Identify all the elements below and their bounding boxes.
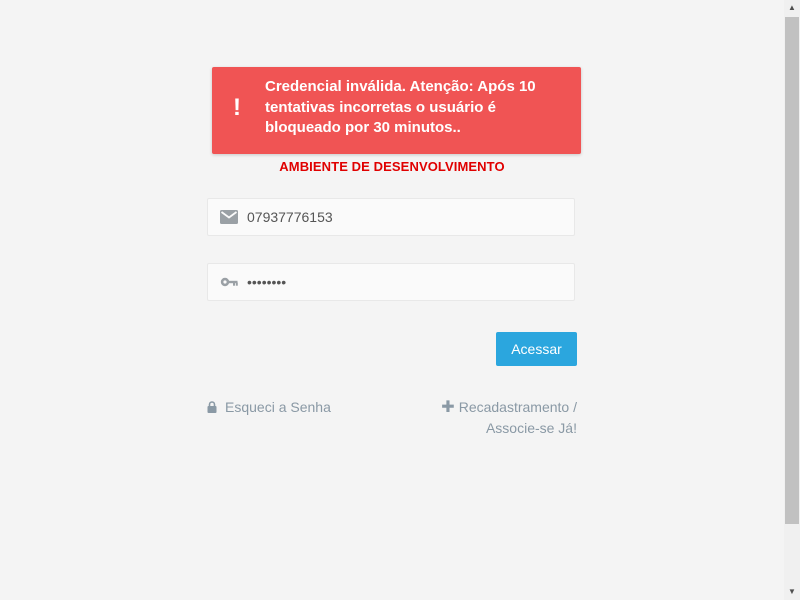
scroll-down-arrow-icon[interactable]: ▼ [784,584,800,600]
vertical-scrollbar[interactable]: ▲ ▼ [784,0,800,600]
password-input[interactable] [247,264,567,300]
exclamation-icon: ! [233,94,241,121]
error-alert: ! Credencial inválida. Atenção: Após 10 … [212,67,581,154]
scroll-up-arrow-icon[interactable]: ▲ [784,0,800,16]
alert-message: Credencial inválida. Atenção: Após 10 te… [265,78,536,136]
envelope-icon [220,210,238,224]
scrollbar-thumb[interactable] [785,17,799,524]
password-field[interactable] [207,263,575,301]
lock-icon [207,401,217,413]
plus-icon: ✚ [441,399,455,416]
login-page: ! Credencial inválida. Atenção: Após 10 … [0,0,800,600]
register-label-line1: Recadastramento / [458,399,577,415]
register-label-line2: Associe-se Já! [485,420,577,436]
username-field[interactable] [207,198,575,236]
forgot-password-label: Esqueci a Senha [225,399,331,415]
forgot-password-link[interactable]: Esqueci a Senha [207,398,331,416]
environment-label: AMBIENTE DE DESENVOLVIMENTO [279,159,505,174]
submit-button[interactable]: Acessar [496,332,577,366]
key-icon [220,277,238,287]
register-link[interactable]: ✚ Recadastramento / Associe-se Já! [430,397,577,439]
username-input[interactable] [247,199,567,235]
